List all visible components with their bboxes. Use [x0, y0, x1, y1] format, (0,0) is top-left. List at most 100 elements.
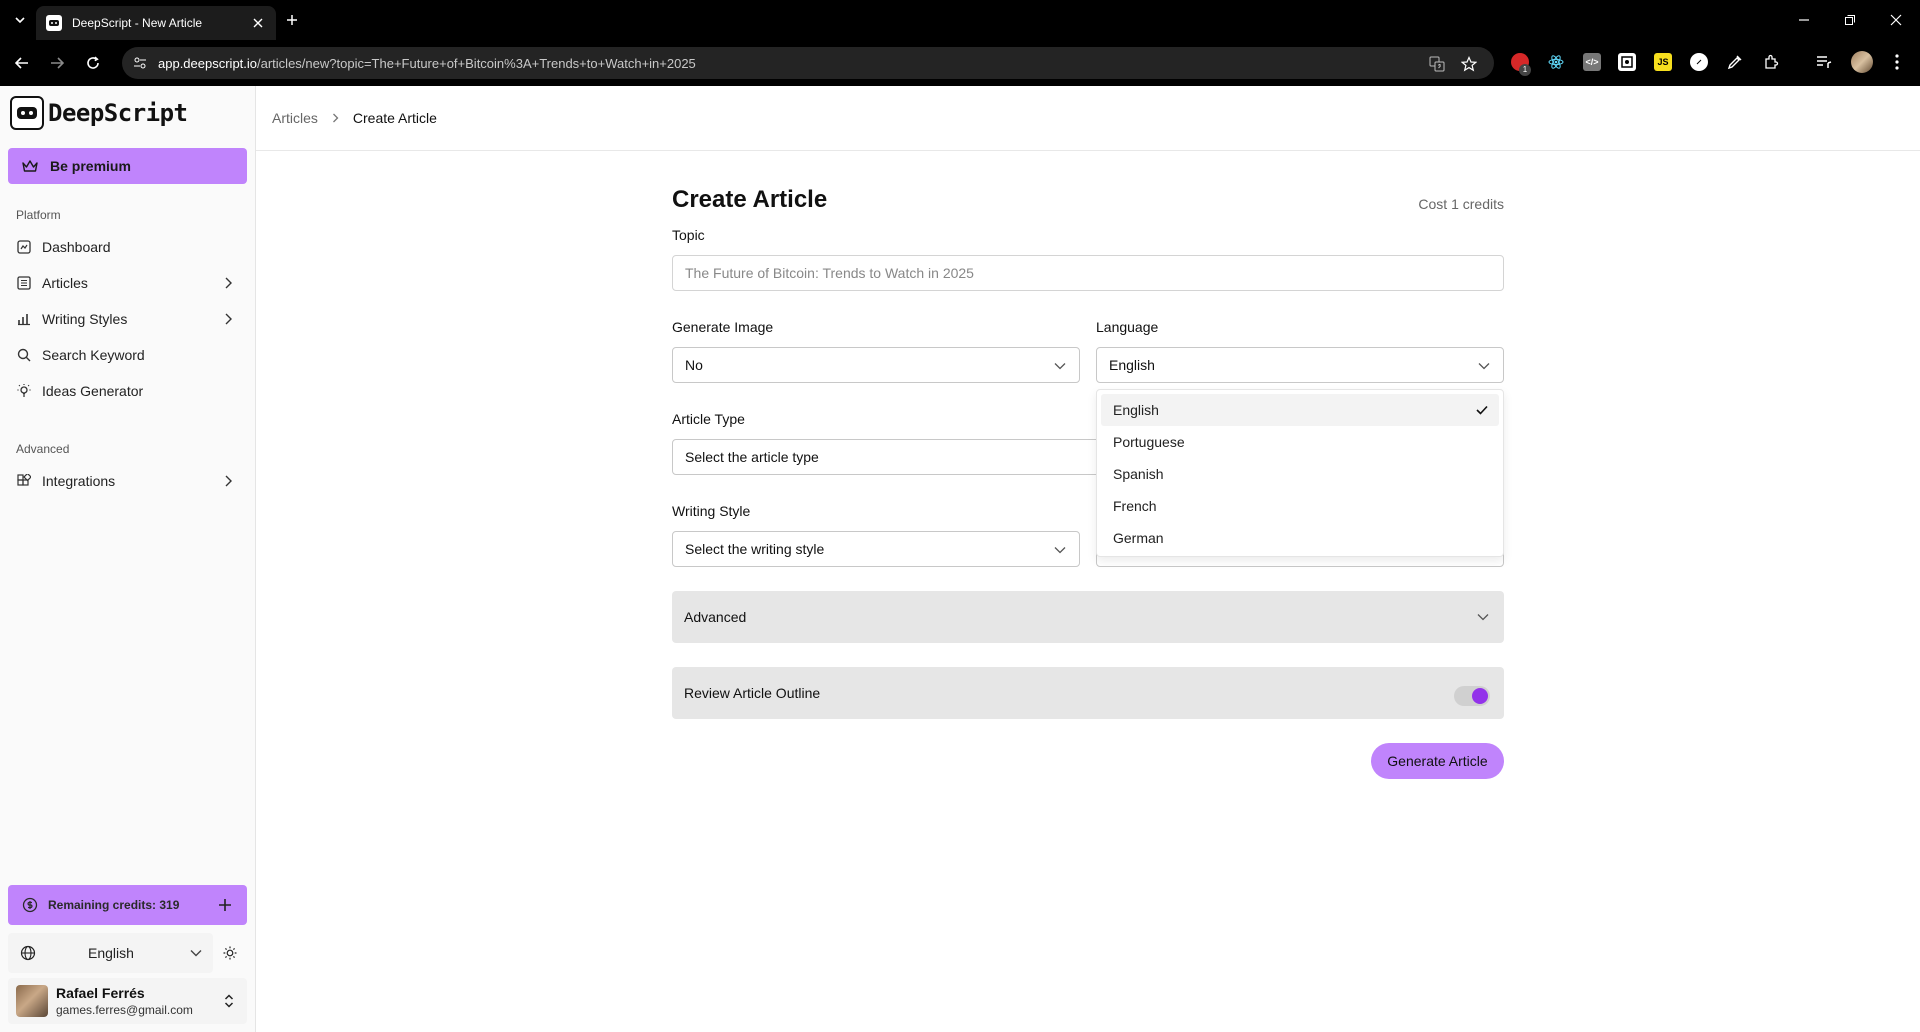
close-tab-icon[interactable] [250, 15, 266, 31]
robot-logo-icon [10, 96, 44, 130]
breadcrumb-separator-chevron-icon [332, 110, 339, 126]
language-option-label: Spanish [1113, 466, 1164, 482]
theme-toggle-sun-icon[interactable] [213, 933, 247, 973]
user-account-menu[interactable]: Rafael Ferrés games.ferres@gmail.com [8, 978, 247, 1024]
site-info-icon[interactable] [132, 55, 148, 71]
chevron-down-icon [1053, 359, 1067, 373]
language-option-label: German [1113, 530, 1164, 546]
checkmark-icon [1475, 403, 1489, 417]
sidebar-item-dashboard[interactable]: Dashboard [8, 232, 247, 262]
crown-icon [22, 158, 38, 174]
add-credits-plus-icon[interactable] [215, 895, 235, 915]
extension-js-icon[interactable]: JS [1654, 53, 1672, 71]
generate-article-button[interactable]: Generate Article [1371, 743, 1504, 779]
minimize-window-icon[interactable] [1792, 8, 1816, 32]
sidebar-item-label: Ideas Generator [42, 383, 144, 399]
advanced-accordion[interactable]: Advanced [672, 591, 1504, 643]
language-option-portuguese[interactable]: Portuguese [1101, 426, 1499, 458]
address-bar[interactable]: app.deepscript.io/articles/new?topic=The… [122, 47, 1494, 79]
advanced-label: Advanced [684, 609, 747, 625]
url-text: app.deepscript.io/articles/new?topic=The… [158, 56, 696, 71]
forward-arrow-icon[interactable] [46, 52, 68, 74]
sidebar-item-integrations[interactable]: Integrations [8, 466, 247, 496]
remaining-credits-button[interactable]: Remaining credits: 319 [8, 885, 247, 925]
extension-badge: 1 [1519, 64, 1531, 76]
writing-style-value: Select the writing style [685, 541, 825, 557]
sidebar-item-label: Search Keyword [42, 347, 145, 363]
topic-input[interactable] [672, 255, 1504, 291]
breadcrumb-current: Create Article [352, 110, 437, 126]
sidebar-item-search-keyword[interactable]: Search Keyword [8, 340, 247, 370]
chevron-right-icon [221, 474, 235, 488]
user-info: Rafael Ferrés games.ferres@gmail.com [56, 985, 193, 1017]
writing-styles-icon [16, 311, 32, 327]
chevron-down-icon [1053, 543, 1067, 557]
media-controls-icon[interactable] [1815, 53, 1833, 71]
extension-code-icon[interactable]: </> [1583, 53, 1601, 71]
sidebar-item-writing-styles[interactable]: Writing Styles [8, 304, 247, 334]
section-platform-heading: Platform [16, 208, 61, 222]
language-option-german[interactable]: German [1101, 522, 1499, 554]
tab-search-chevron-icon[interactable] [10, 10, 30, 30]
be-premium-label: Be premium [50, 158, 131, 174]
review-outline-toggle[interactable] [1454, 686, 1490, 706]
sidebar-item-label: Integrations [42, 473, 116, 489]
sidebar-item-articles[interactable]: Articles [8, 268, 247, 298]
language-option-french[interactable]: French [1101, 490, 1499, 522]
extension-capture-icon[interactable] [1618, 53, 1636, 71]
review-outline-row: Review Article Outline [672, 667, 1504, 719]
writing-style-select[interactable]: Select the writing style [672, 531, 1080, 567]
generate-image-value: No [685, 357, 703, 373]
dashboard-icon [16, 239, 32, 255]
generate-image-select[interactable]: No [672, 347, 1080, 383]
breadcrumb-articles-link[interactable]: Articles [272, 110, 318, 126]
sidebar: DeepScript Be premium Platform Dashboard… [0, 86, 256, 1032]
language-option-spanish[interactable]: Spanish [1101, 458, 1499, 490]
language-select[interactable]: English [1096, 347, 1504, 383]
profile-avatar[interactable] [1851, 51, 1873, 73]
reload-icon[interactable] [82, 52, 104, 74]
article-type-value: Select the article type [685, 449, 819, 465]
coin-dollar-icon [22, 897, 38, 913]
url-path: /articles/new?topic=The+Future+of+Bitcoi… [257, 55, 696, 71]
extension-compass-icon[interactable] [1690, 53, 1708, 71]
language-option-label: French [1113, 498, 1157, 514]
translate-icon[interactable] [1428, 55, 1446, 73]
extension-eyedropper-icon[interactable] [1726, 53, 1744, 71]
deepscript-favicon-icon [46, 15, 62, 31]
browser-menu-kebab-icon[interactable] [1888, 53, 1906, 71]
tab-title: DeepScript - New Article [72, 16, 203, 30]
user-avatar [16, 985, 48, 1017]
lightbulb-icon [16, 383, 32, 399]
topic-label: Topic [672, 227, 705, 243]
language-option-english[interactable]: English [1101, 394, 1499, 426]
brand-logo[interactable]: DeepScript [10, 96, 188, 130]
browser-tab-bar: DeepScript - New Article [0, 0, 1920, 40]
restore-window-icon[interactable] [1838, 8, 1862, 32]
chevron-down-icon [1477, 359, 1491, 373]
new-tab-plus-icon[interactable] [282, 10, 302, 30]
browser-tab-active[interactable]: DeepScript - New Article [36, 6, 276, 40]
language-dropdown-menu: English Portuguese Spanish French German [1096, 389, 1504, 557]
bookmark-star-icon[interactable] [1460, 55, 1478, 73]
writing-style-label: Writing Style [672, 503, 751, 519]
language-value: English [1109, 357, 1155, 373]
breadcrumb: Articles Create Article [272, 110, 437, 126]
be-premium-button[interactable]: Be premium [8, 148, 247, 184]
sidebar-item-label: Articles [42, 275, 88, 291]
interface-language-value: English [88, 945, 134, 961]
chevrons-up-down-icon [221, 992, 237, 1010]
close-window-icon[interactable] [1884, 8, 1908, 32]
url-host: app.deepscript.io [158, 55, 258, 71]
extensions-puzzle-icon[interactable] [1762, 53, 1780, 71]
sidebar-item-ideas-generator[interactable]: Ideas Generator [8, 376, 247, 406]
extension-react-icon[interactable] [1547, 53, 1565, 71]
browser-nav-bar: app.deepscript.io/articles/new?topic=The… [0, 40, 1920, 86]
article-list-icon [16, 275, 32, 291]
interface-language-select[interactable]: English [8, 933, 213, 973]
language-label: Language [1096, 319, 1159, 335]
integrations-blocks-icon [16, 473, 32, 489]
back-arrow-icon[interactable] [11, 52, 33, 74]
language-option-label: Portuguese [1113, 434, 1185, 450]
sidebar-item-label: Dashboard [42, 239, 111, 255]
